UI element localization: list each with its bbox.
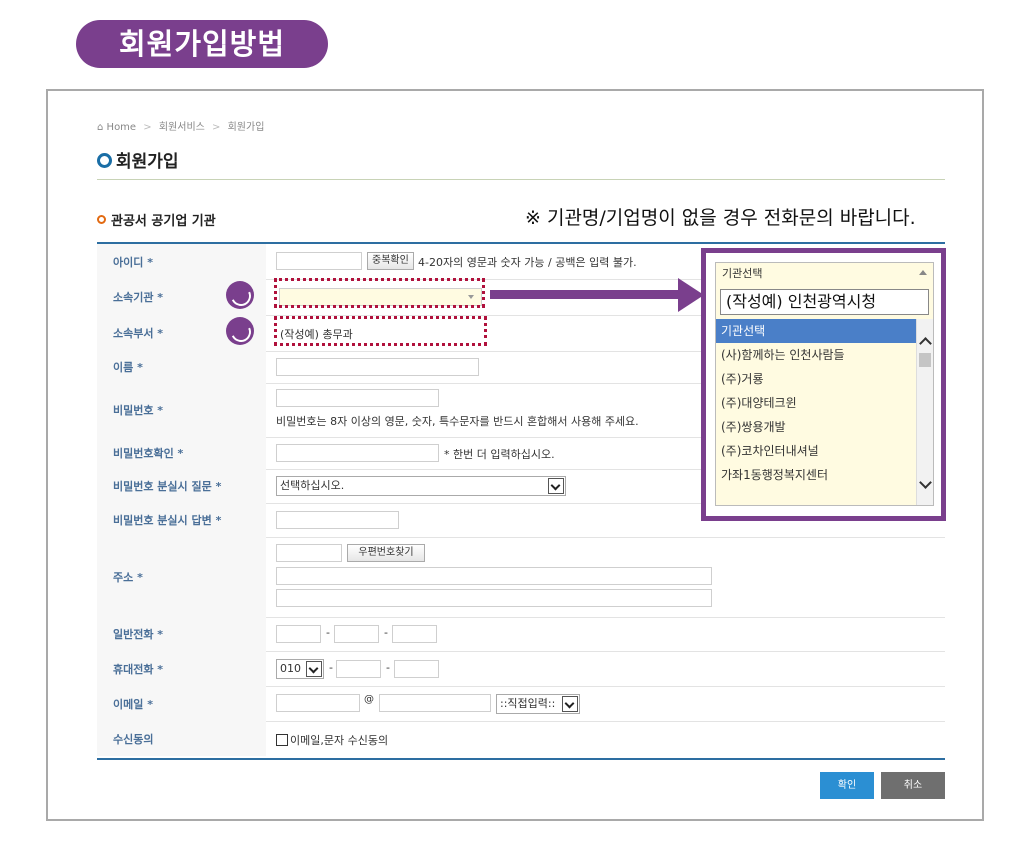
mobile-prefix-select[interactable]: 010 (276, 659, 324, 679)
dropdown-option[interactable]: (주)쌍용개발 (716, 415, 933, 439)
email-at-sign: @ (364, 694, 374, 705)
address-line1-input[interactable] (276, 567, 712, 585)
form-bottom-rule (97, 758, 945, 760)
dropdown-scrollbar[interactable] (916, 319, 933, 505)
pw-answer-label: 비밀번호 분실시 답변 * (97, 503, 266, 537)
dropdown-option[interactable]: (주)거룡 (716, 367, 933, 391)
dropdown-search-input[interactable]: (작성예) 인천광역시청 (720, 289, 929, 315)
dropdown-option[interactable]: (주)대양테크윈 (716, 391, 933, 415)
mobile-part3-input[interactable] (394, 660, 439, 678)
password-confirm-hint: * 한번 더 입력하십시오. (444, 448, 555, 461)
breadcrumb-service[interactable]: 회원서비스 (159, 122, 205, 133)
org-highlight-box (274, 278, 485, 308)
chevron-down-icon (306, 661, 322, 677)
section-label-text: 관공서 공기업 기관 (111, 214, 216, 229)
ring-bullet-icon (97, 152, 112, 168)
phone-label: 일반전화 * (97, 617, 266, 651)
id-label: 아이디 * (97, 244, 266, 279)
phone-dash: - (326, 626, 330, 639)
mobile-dash: - (386, 661, 390, 674)
password-hint: 비밀번호는 8자 이상의 영문, 숫자, 특수문자를 반드시 혼합해서 사용해 … (276, 415, 639, 428)
phone-part3-input[interactable] (392, 625, 437, 643)
consent-checkbox[interactable]: 이메일,문자 수신동의 (276, 732, 388, 748)
password-confirm-input[interactable] (276, 444, 439, 462)
banner-title: 회원가입방법 (76, 20, 328, 68)
id-input[interactable] (276, 252, 362, 270)
mobile-prefix-value: 010 (280, 662, 301, 675)
dropdown-header-label: 기관선택 (722, 267, 763, 280)
address-line2-input[interactable] (276, 589, 712, 607)
phone-dash: - (384, 626, 388, 639)
email-user-input[interactable] (276, 694, 360, 712)
orange-bullet-icon (97, 215, 106, 224)
dropdown-option[interactable]: (주)코차인터내셔널 (716, 439, 933, 463)
row-mobile: 휴대전화 * 010 - - (97, 651, 945, 687)
password-input[interactable] (276, 389, 439, 407)
notice-text: ※ 기관명/기업명이 없을 경우 전화문의 바랍니다. (525, 207, 916, 229)
scrollbar-thumb[interactable] (919, 353, 931, 367)
home-icon[interactable]: ⌂ (97, 122, 103, 133)
password-label: 비밀번호 * (97, 383, 266, 437)
section-label: 관공서 공기업 기관 (97, 210, 216, 229)
pointer-circle-icon (226, 317, 254, 345)
pw-question-selected: 선택하십시오. (280, 479, 345, 492)
breadcrumb-current: 회원가입 (227, 122, 265, 133)
mobile-dash: - (329, 661, 333, 674)
duplicate-check-button[interactable]: 중복확인 (367, 252, 414, 270)
page-title-text: 회원가입 (116, 152, 179, 172)
dropdown-option[interactable]: (사)함께하는 인천사람들 (716, 343, 933, 367)
pointer-circle-icon (226, 281, 254, 309)
dropdown-option[interactable]: 가좌1동행정복지센터 (716, 463, 933, 487)
email-domain-select[interactable]: ::직접입력:: (496, 694, 580, 714)
mobile-part2-input[interactable] (336, 660, 381, 678)
breadcrumb: ⌂ Home > 회원서비스 > 회원가입 (97, 118, 264, 133)
phone-part2-input[interactable] (334, 625, 379, 643)
pw-answer-input[interactable] (276, 511, 399, 529)
zipcode-input[interactable] (276, 544, 342, 562)
address-label: 주소 * (97, 537, 266, 617)
email-label: 이메일 * (97, 686, 266, 721)
dropdown-header[interactable]: 기관선택 (716, 263, 933, 285)
dept-highlight-box (274, 316, 487, 346)
pw-question-select[interactable]: 선택하십시오. (276, 476, 566, 496)
phone-part1-input[interactable] (276, 625, 321, 643)
email-domain-selected: ::직접입력:: (500, 697, 556, 710)
name-label: 이름 * (97, 351, 266, 383)
consent-checkbox-label: 이메일,문자 수신동의 (290, 734, 389, 747)
arrow-shaft (490, 290, 680, 299)
name-input[interactable] (276, 358, 479, 376)
chevron-down-icon[interactable] (919, 476, 932, 489)
consent-label: 수신동의 (97, 721, 266, 756)
mobile-label: 휴대전화 * (97, 651, 266, 686)
org-dropdown-callout: 기관선택 (작성예) 인천광역시청 기관선택 (사)함께하는 인천사람들 (주)… (701, 248, 946, 521)
breadcrumb-separator: > (212, 122, 221, 133)
caret-up-icon (919, 270, 927, 275)
row-address: 주소 * 우편번호찾기 (97, 537, 945, 618)
org-dropdown[interactable]: 기관선택 (작성예) 인천광역시청 기관선택 (사)함께하는 인천사람들 (주)… (715, 262, 934, 506)
row-email: 이메일 * @ ::직접입력:: (97, 686, 945, 722)
id-hint: 4-20자의 영문과 숫자 가능 / 공백은 입력 불가. (418, 256, 637, 269)
row-consent: 수신동의 이메일,문자 수신동의 (97, 721, 945, 756)
row-phone: 일반전화 * - - (97, 617, 945, 652)
chevron-up-icon[interactable] (919, 337, 932, 350)
chevron-down-icon (548, 478, 564, 494)
password-confirm-label: 비밀번호확인 * (97, 437, 266, 469)
zipcode-search-button[interactable]: 우편번호찾기 (347, 544, 425, 562)
title-divider (97, 179, 945, 180)
breadcrumb-home[interactable]: Home (107, 122, 137, 133)
breadcrumb-separator: > (143, 122, 152, 133)
email-domain-input[interactable] (379, 694, 491, 712)
confirm-button[interactable]: 확인 (820, 772, 874, 799)
chevron-down-icon (562, 696, 578, 712)
dropdown-list: 기관선택 (사)함께하는 인천사람들 (주)거룡 (주)대양테크윈 (주)쌍용개… (716, 319, 933, 505)
pw-question-label: 비밀번호 분실시 질문 * (97, 469, 266, 503)
checkbox-icon[interactable] (276, 734, 288, 746)
dropdown-option[interactable]: 기관선택 (716, 319, 933, 343)
page-title: 회원가입 (97, 147, 179, 172)
cancel-button[interactable]: 취소 (881, 772, 945, 799)
